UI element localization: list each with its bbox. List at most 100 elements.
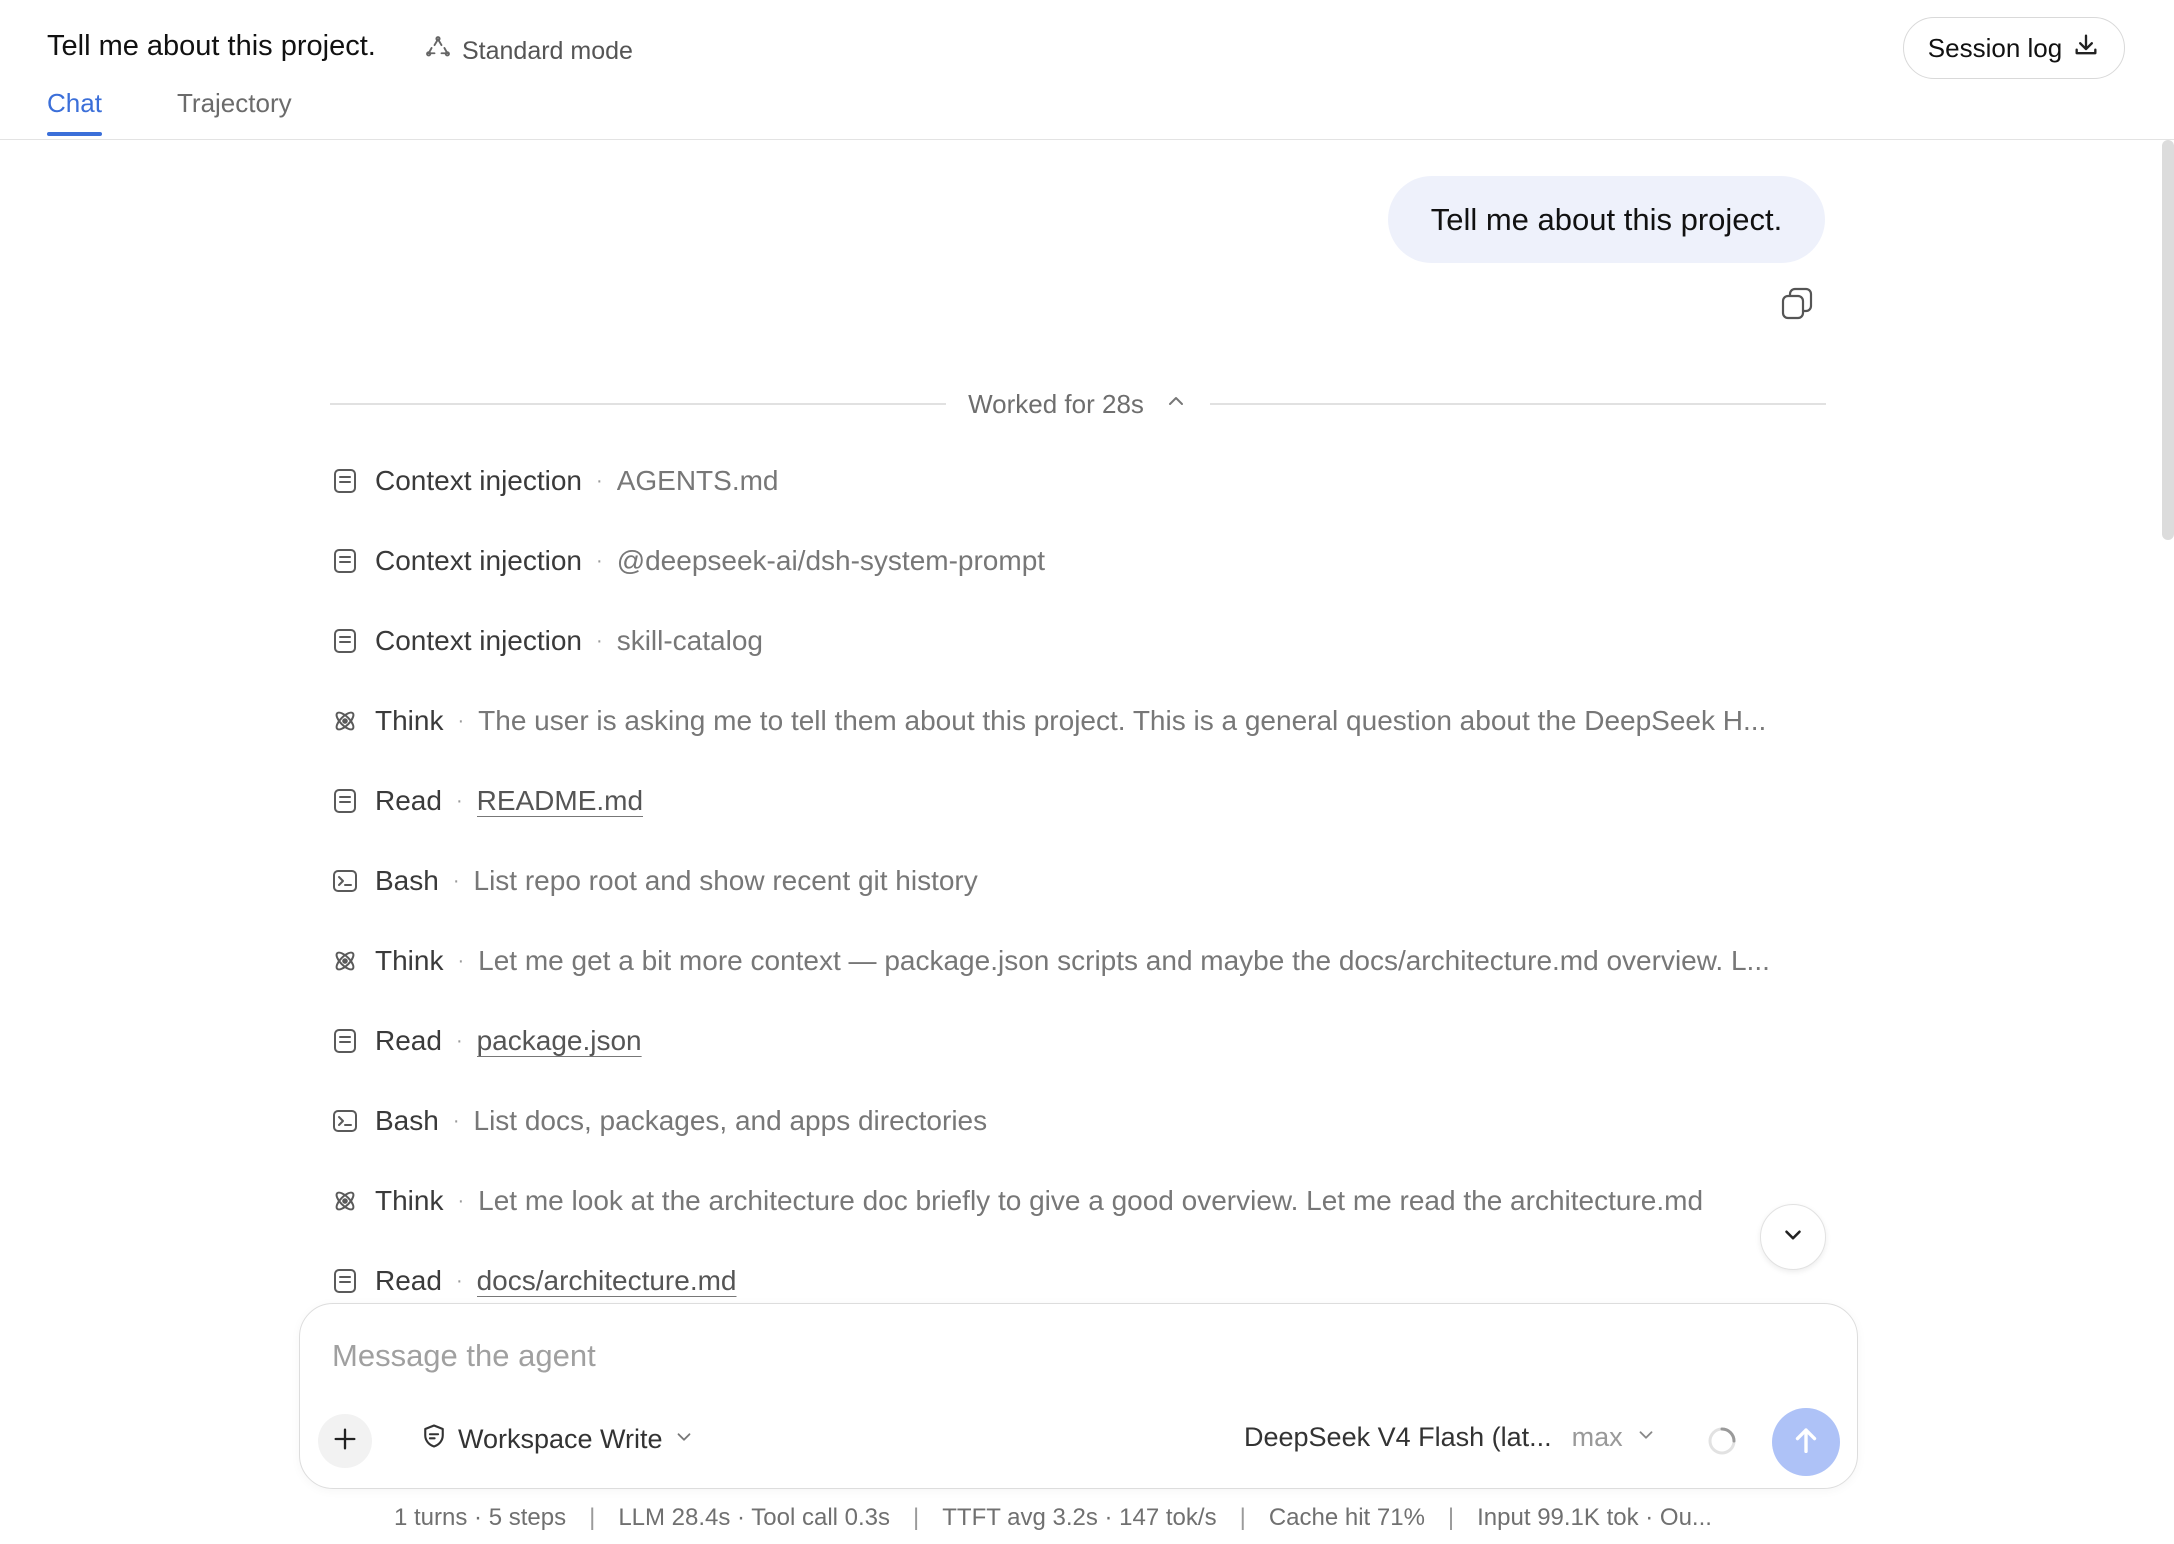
file-icon <box>330 1026 360 1056</box>
message-input[interactable] <box>332 1332 1732 1380</box>
copy-icon[interactable] <box>1780 286 1814 322</box>
file-icon <box>330 626 360 656</box>
message-composer: Workspace Write DeepSeek V4 Flash (lat..… <box>299 1303 1858 1489</box>
status-separator: | <box>589 1504 596 1531</box>
step-kind: Read <box>375 1265 442 1296</box>
status-separator: | <box>913 1504 920 1531</box>
step-detail: AGENTS.md <box>616 465 779 496</box>
step-row[interactable]: Bash · List docs, packages, and apps direc… <box>330 1099 987 1143</box>
step-detail: Let me look at the architecture doc brie… <box>478 1185 1704 1216</box>
worked-divider: Worked for 28s <box>330 386 1827 422</box>
step-kind: Context injection <box>375 545 583 576</box>
trajectory-steps: Context injection · AGENTS.md Context injec… <box>330 460 1830 1303</box>
step-kind: Bash <box>375 1105 439 1136</box>
step-row[interactable]: Think · Let me look at the architecture do… <box>330 1179 1703 1223</box>
step-detail: Let me get a bit more context — package.… <box>478 945 1770 976</box>
step-file-link[interactable]: README.md <box>477 785 643 817</box>
think-icon <box>330 706 360 736</box>
download-icon <box>2072 31 2100 66</box>
tab-trajectory[interactable]: Trajectory <box>177 88 292 119</box>
status-bar: 1 turns · 5 steps | LLM 28.4s · Tool call … <box>394 1504 1712 1532</box>
separator-dot: · <box>455 1269 463 1292</box>
step-row[interactable]: Think · The user is asking me to tell them… <box>330 699 1766 743</box>
terminal-icon <box>330 1106 360 1136</box>
chevron-up-icon <box>1164 389 1188 420</box>
separator-dot: · <box>452 869 460 892</box>
step-row[interactable]: Read · package.json <box>330 1019 642 1063</box>
permission-select[interactable]: Workspace Write <box>420 1422 695 1457</box>
chevron-down-icon <box>1780 1222 1806 1253</box>
separator-dot: · <box>455 1029 463 1052</box>
step-row[interactable]: Bash · List repo root and show recent git … <box>330 859 978 903</box>
separator-dot: · <box>455 789 463 812</box>
step-row[interactable]: Read · README.md <box>330 779 643 823</box>
step-kind: Bash <box>375 865 439 896</box>
step-detail: The user is asking me to tell them about… <box>478 705 1767 736</box>
step-row[interactable]: Context injection · @deepseek-ai/dsh-syste… <box>330 539 1045 583</box>
session-log-label: Session log <box>1927 32 2063 63</box>
step-row[interactable]: Think · Let me get a bit more context — pa… <box>330 939 1770 983</box>
send-button[interactable] <box>1772 1408 1840 1476</box>
scrollbar[interactable] <box>2162 140 2174 540</box>
step-kind: Read <box>375 785 442 816</box>
terminal-icon <box>330 866 360 896</box>
mode-indicator[interactable]: Standard mode <box>424 34 633 69</box>
status-separator: | <box>1447 1504 1455 1531</box>
recycle-icon <box>424 34 452 69</box>
separator-dot: · <box>457 709 465 732</box>
scroll-to-bottom-button[interactable] <box>1760 1204 1826 1270</box>
add-attachment-button[interactable] <box>318 1414 372 1468</box>
step-kind: Context injection <box>375 625 583 656</box>
shield-icon <box>420 1422 448 1457</box>
divider-line <box>330 403 947 405</box>
status-item: Cache hit 71% <box>1268 1504 1425 1531</box>
step-kind: Read <box>375 1025 442 1056</box>
arrow-up-icon <box>1789 1423 1823 1462</box>
separator-dot: · <box>452 1109 460 1132</box>
divider-line <box>1209 403 1827 405</box>
step-row[interactable]: Context injection · AGENTS.md <box>330 460 779 503</box>
file-icon <box>330 546 360 576</box>
chevron-down-icon <box>673 1424 695 1455</box>
separator-dot: · <box>596 629 603 652</box>
tab-chat[interactable]: Chat <box>47 88 102 136</box>
step-detail: List docs, packages, and apps directorie… <box>473 1105 988 1136</box>
step-file-link[interactable]: docs/architecture.md <box>477 1265 737 1297</box>
step-kind: Think <box>375 705 444 736</box>
separator-dot: · <box>457 949 465 972</box>
status-item: Input 99.1K tok · Ou... <box>1477 1504 1712 1531</box>
step-file-link[interactable]: package.json <box>477 1025 642 1057</box>
step-row[interactable]: Context injection · skill-catalog <box>330 619 763 663</box>
model-label: DeepSeek V4 Flash (lat... <box>1244 1422 1552 1452</box>
model-select[interactable]: DeepSeek V4 Flash (lat... max <box>1244 1422 1657 1453</box>
step-row[interactable]: Read · docs/architecture.md <box>330 1259 737 1303</box>
file-icon <box>330 466 360 496</box>
step-kind: Context injection <box>375 465 583 496</box>
file-icon <box>330 1266 360 1296</box>
permission-label: Workspace Write <box>458 1424 663 1454</box>
loading-spinner-icon <box>1706 1425 1738 1457</box>
step-detail: skill-catalog <box>616 625 763 656</box>
session-log-button[interactable]: Session log <box>1903 17 2125 79</box>
think-icon <box>330 946 360 976</box>
separator-dot: · <box>457 1189 465 1212</box>
step-detail: @deepseek-ai/dsh-system-prompt <box>616 545 1046 576</box>
step-detail: List repo root and show recent git histo… <box>473 865 978 896</box>
mode-label: Standard mode <box>462 37 633 65</box>
top-header: Tell me about this project. Standard mod… <box>0 0 2174 140</box>
think-icon <box>330 1186 360 1216</box>
worked-toggle[interactable]: Worked for 28s <box>946 389 1210 420</box>
separator-dot: · <box>596 469 603 492</box>
status-item: 1 turns · 5 steps <box>394 1504 567 1531</box>
effort-label: max <box>1571 1422 1623 1452</box>
separator-dot: · <box>596 549 603 572</box>
status-separator: | <box>1239 1504 1246 1531</box>
worked-label: Worked for 28s <box>968 388 1144 419</box>
status-item: TTFT avg 3.2s · 147 tok/s <box>942 1504 1217 1531</box>
file-icon <box>330 786 360 816</box>
user-message-bubble: Tell me about this project. <box>1388 176 1825 263</box>
step-kind: Think <box>375 945 444 976</box>
chevron-down-icon <box>1635 1422 1657 1453</box>
plus-icon <box>331 1425 359 1458</box>
conversation-title: Tell me about this project. <box>47 30 376 62</box>
